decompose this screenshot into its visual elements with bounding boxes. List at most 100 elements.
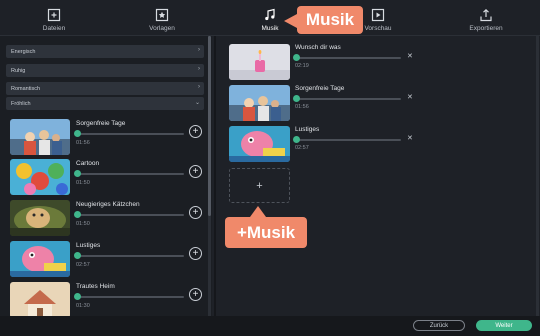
preview-play-icon [371,8,385,22]
progress-track[interactable] [76,214,184,216]
track-thumbnail [10,159,70,195]
tab-export[interactable]: Exportieren [432,0,540,35]
project-scrollbar[interactable] [536,36,539,316]
track-thumbnail [10,241,70,277]
remove-track-icon[interactable]: ✕ [407,52,413,60]
track-title: Sorgenfreie Tage [295,85,345,92]
chevron-right-icon: › [198,84,200,90]
track-duration: 01:56 [76,140,90,146]
track-thumbnail [229,126,290,162]
chevron-down-icon: ⌄ [194,100,200,106]
project-track[interactable]: Sorgenfreie Tage 01:56 ✕ [229,85,415,121]
play-position-handle[interactable] [74,130,81,137]
library-track[interactable]: Neugieriges Kätzchen 01:50 + [10,200,206,236]
track-duration: 01:56 [295,104,309,110]
callout-arrow [284,14,297,28]
track-thumbnail [229,85,290,121]
track-duration: 02:57 [295,145,309,151]
track-title: Cartoon [76,160,100,167]
play-position-handle[interactable] [293,136,300,143]
tab-files[interactable]: Dateien [0,0,108,35]
plus-icon: + [256,179,263,192]
chevron-right-icon: › [198,47,200,53]
callout-arrow [250,206,266,217]
tab-export-label: Exportieren [469,25,503,32]
add-track-button[interactable]: + [189,206,202,219]
next-button[interactable]: Weiter [476,320,532,331]
track-duration: 01:50 [76,221,90,227]
play-position-handle[interactable] [74,293,81,300]
add-track-button[interactable]: + [189,247,202,260]
category-label: Ruhig [11,67,26,74]
track-duration: 02:19 [295,63,309,69]
progress-track[interactable] [76,255,184,257]
tab-templates[interactable]: Vorlagen [108,0,216,35]
add-track-button[interactable]: + [189,125,202,138]
track-duration: 01:50 [76,180,90,186]
play-position-handle[interactable] [293,95,300,102]
library-track[interactable]: Sorgenfreie Tage 01:56 + [10,119,206,155]
category-calm[interactable]: Ruhig › [6,64,204,77]
play-position-handle[interactable] [74,170,81,177]
plus-icon: + [192,288,199,300]
category-label: Romantisch [11,85,41,92]
plus-icon: + [192,125,199,137]
tab-preview-label: Vorschau [364,25,392,32]
project-track[interactable]: Lustiges 02:57 ✕ [229,126,415,162]
track-duration: 01:30 [76,303,90,309]
back-button[interactable]: Zurück [413,320,465,331]
play-position-handle[interactable] [74,252,81,259]
tab-music-label: Musik [261,25,279,32]
progress-track[interactable] [76,133,184,135]
tab-templates-label: Vorlagen [149,25,175,32]
progress-track[interactable] [76,173,184,175]
tab-files-label: Dateien [42,25,66,32]
chevron-right-icon: › [198,66,200,72]
library-track[interactable]: Trautes Heim 01:30 + [10,282,206,316]
track-duration: 02:57 [76,262,90,268]
add-track-button[interactable]: + [189,165,202,178]
track-thumbnail [10,282,70,316]
project-track[interactable]: Wunsch dir was 02:19 ✕ [229,44,415,80]
library-scrollbar[interactable] [208,36,211,316]
plus-icon: + [192,247,199,259]
callout-add-music: +Musik [225,217,307,248]
category-happy[interactable]: Fröhlich ⌄ [6,97,204,110]
category-energetic[interactable]: Energisch › [6,45,204,58]
track-thumbnail [10,119,70,155]
remove-track-icon[interactable]: ✕ [407,93,413,101]
export-icon [480,8,492,22]
plus-icon: + [192,165,199,177]
progress-track[interactable] [295,139,401,141]
track-thumbnail [229,44,290,80]
file-plus-icon [47,8,61,22]
track-title: Lustiges [295,126,320,133]
track-title: Wunsch dir was [295,44,341,51]
add-music-slot[interactable]: + [229,168,290,203]
track-title: Neugieriges Kätzchen [76,201,140,208]
category-romantic[interactable]: Romantisch › [6,82,204,95]
category-label: Fröhlich [11,100,31,107]
track-thumbnail [10,200,70,236]
music-library-panel: Energisch › Ruhig › Romantisch › Fröhlic… [0,36,212,316]
category-label: Energisch [11,48,36,55]
template-star-icon [155,8,169,22]
library-scrollbar-thumb[interactable] [208,36,211,216]
plus-icon: + [192,206,199,218]
project-music-panel: Wunsch dir was 02:19 ✕ Sorgenfreie Tage … [216,36,540,316]
track-title: Lustiges [76,242,101,249]
add-track-button[interactable]: + [189,288,202,301]
remove-track-icon[interactable]: ✕ [407,134,413,142]
callout-music: Musik [297,6,363,34]
progress-track[interactable] [76,296,184,298]
progress-track[interactable] [295,98,401,100]
library-track[interactable]: Cartoon 01:50 + [10,159,206,195]
play-position-handle[interactable] [293,54,300,61]
top-navigation: Dateien Vorlagen Musik Vorschau Exportie… [0,0,540,36]
library-track[interactable]: Lustiges 02:57 + [10,241,206,277]
track-title: Trautes Heim [76,283,115,290]
progress-track[interactable] [295,57,401,59]
music-note-icon [265,8,275,21]
track-title: Sorgenfreie Tage [76,120,126,127]
play-position-handle[interactable] [74,211,81,218]
